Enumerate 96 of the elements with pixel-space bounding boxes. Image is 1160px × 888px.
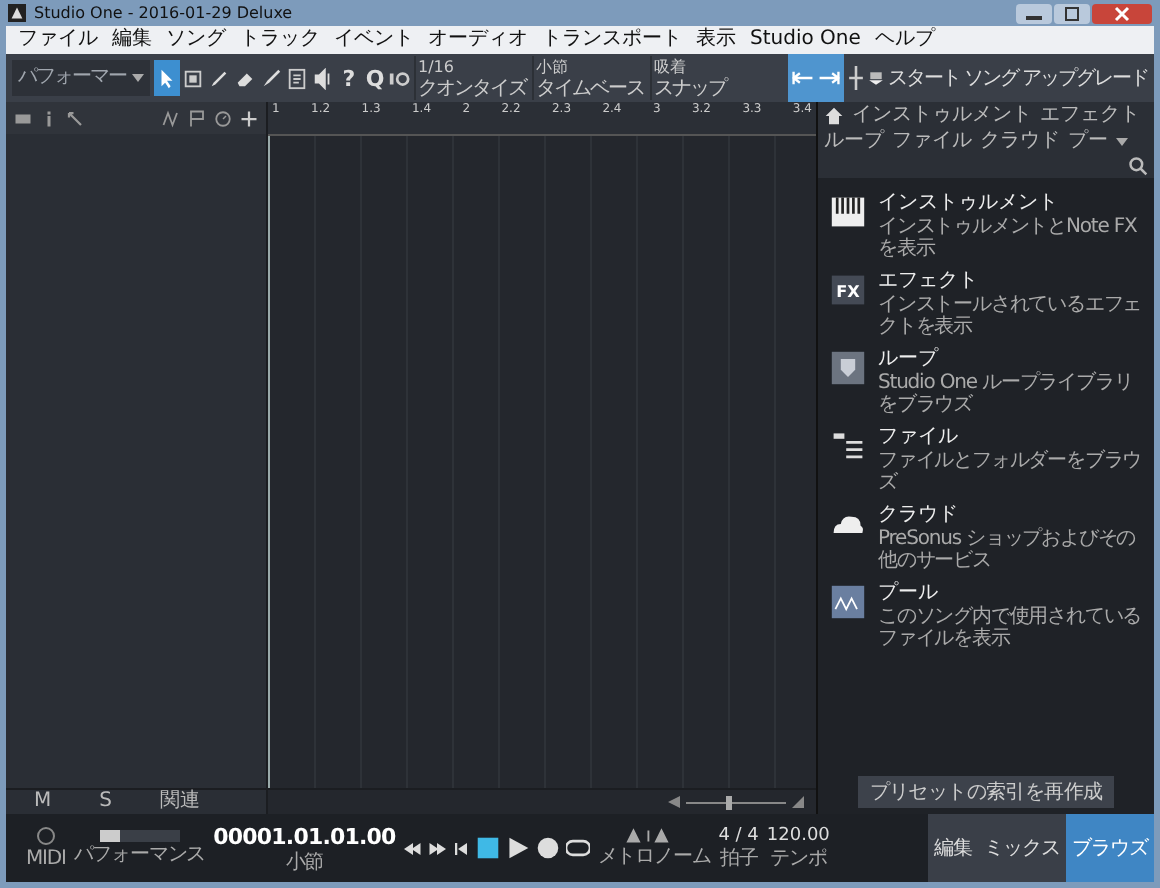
- window-title: Studio One - 2016-01-29 Deluxe: [34, 4, 293, 22]
- close-button[interactable]: [1092, 3, 1152, 23]
- range-icon: [182, 67, 204, 89]
- browser-item-description: インストゥルメントとNote FXを表示: [878, 216, 1139, 260]
- toolbar-link[interactable]: スタート: [888, 64, 960, 92]
- track-footer-label[interactable]: M: [34, 790, 52, 814]
- browser-item-title[interactable]: プール: [878, 580, 1146, 606]
- browser-tab[interactable]: エフェクト: [1040, 104, 1140, 128]
- midi-label: MIDI: [26, 848, 66, 870]
- time-display: 00001.01.01.00: [213, 823, 396, 849]
- brush-icon: [260, 67, 282, 89]
- time-signature-label: 拍子: [719, 848, 758, 870]
- left-arrow-icon[interactable]: [792, 68, 814, 88]
- time-signature[interactable]: 4 / 4: [718, 826, 759, 846]
- help-button[interactable]: ?: [336, 60, 362, 96]
- browser-tab[interactable]: クラウド: [980, 130, 1060, 154]
- menu-item[interactable]: 表示: [696, 26, 736, 54]
- iq-icon[interactable]: [388, 67, 410, 89]
- tempo-label: テンポ: [770, 848, 827, 870]
- list-icon[interactable]: [14, 109, 32, 127]
- toolbar-dropdown[interactable]: 小節 タイムベース: [532, 56, 646, 100]
- pencil-icon: [208, 67, 230, 89]
- rewind-button[interactable]: [403, 839, 422, 857]
- fast-forward-button[interactable]: [427, 839, 446, 857]
- menu-item[interactable]: ファイル: [18, 26, 98, 54]
- zoom-slider-thumb[interactable]: [726, 795, 732, 809]
- flag-icon[interactable]: [188, 109, 206, 127]
- tool-button[interactable]: [154, 60, 180, 96]
- toolbar-link[interactable]: アップグレード: [1022, 64, 1148, 92]
- view-tab[interactable]: ブラウズ: [1066, 814, 1154, 882]
- quantize-button[interactable]: Q: [362, 60, 388, 96]
- time-unit-label: 小節: [285, 851, 324, 873]
- browser-item-title[interactable]: ループ: [878, 346, 1146, 372]
- browser-item-description: ファイルとフォルダーをブラウズ: [878, 450, 1144, 494]
- minimize-button[interactable]: [1016, 3, 1052, 23]
- note-icon: [286, 67, 308, 89]
- tempo-value[interactable]: 120.00: [766, 826, 830, 846]
- speaker-icon: [312, 67, 334, 89]
- browser-tab[interactable]: プー: [1068, 130, 1108, 154]
- automation-icon[interactable]: [162, 109, 180, 127]
- browser-item-description: Studio One ループライブラリをブラウズ: [878, 372, 1135, 416]
- app-icon: [8, 4, 26, 22]
- metronome-label: メトロノーム: [597, 846, 711, 868]
- split-icon[interactable]: [848, 66, 864, 90]
- maximize-button[interactable]: [1054, 3, 1090, 23]
- menu-item[interactable]: Studio One: [750, 26, 861, 54]
- caret-icon: [132, 74, 144, 82]
- record-button[interactable]: [535, 836, 560, 860]
- menu-item[interactable]: ヘルプ: [874, 26, 935, 54]
- view-tab[interactable]: 編集: [928, 814, 978, 882]
- add-icon[interactable]: [240, 109, 258, 127]
- toolbar-link[interactable]: ソング: [964, 64, 1018, 92]
- toolbar-dropdown[interactable]: 吸着 スナップ: [650, 56, 728, 100]
- search-icon[interactable]: [1128, 156, 1148, 176]
- browser-item-title[interactable]: インストゥルメント: [878, 190, 1146, 216]
- menu-item[interactable]: オーディオ: [428, 26, 528, 54]
- inbox-icon[interactable]: [868, 66, 884, 90]
- menu-item[interactable]: トラック: [240, 26, 320, 54]
- menu-item[interactable]: トランスポート: [542, 26, 682, 54]
- browser-item-title[interactable]: クラウド: [878, 502, 1146, 528]
- menu-item[interactable]: ソング: [166, 26, 226, 54]
- browser-item-description: このソング内で使用されているファイルを表示: [878, 606, 1144, 650]
- play-button[interactable]: [505, 836, 530, 860]
- pool-icon: [830, 584, 866, 620]
- caret-icon[interactable]: [1116, 138, 1128, 146]
- zoom-out-icon[interactable]: [668, 794, 680, 810]
- browser-item-title[interactable]: ファイル: [878, 424, 1146, 450]
- right-arrow-icon[interactable]: [818, 68, 840, 88]
- arrow-icon: [156, 67, 178, 89]
- effect-icon: FX: [830, 272, 866, 308]
- performance-meter: [99, 830, 180, 842]
- toolbar-dropdown[interactable]: 1/16 クオンタイズ: [414, 56, 528, 100]
- home-icon[interactable]: [824, 106, 844, 126]
- performance-label: パフォーマンス: [73, 844, 206, 866]
- browser-tab[interactable]: ループ: [824, 130, 884, 154]
- browser-item-description: インストールされているエフェクトを表示: [878, 294, 1144, 338]
- view-tab[interactable]: ミックス: [978, 814, 1066, 882]
- rebuild-index-button[interactable]: プリセットの索引を再作成: [857, 776, 1115, 808]
- file-icon: [830, 428, 866, 464]
- browser-item-description: PreSonus ショップおよびその他のサービス: [878, 528, 1138, 572]
- preset-field[interactable]: パフォーマー: [12, 60, 150, 96]
- track-footer-label[interactable]: S: [99, 790, 112, 814]
- browser-item-title[interactable]: エフェクト: [878, 268, 1146, 294]
- midi-icon: [31, 826, 60, 846]
- zoom-in-icon[interactable]: [792, 794, 804, 810]
- menu-item[interactable]: イベント: [334, 26, 414, 54]
- return-to-start-button[interactable]: [451, 839, 470, 857]
- instrument-icon: [830, 194, 866, 230]
- track-footer-label[interactable]: 関連: [160, 790, 200, 814]
- menu-item[interactable]: 編集: [112, 26, 152, 54]
- browser-tab[interactable]: ファイル: [892, 130, 972, 154]
- loop-button[interactable]: [565, 836, 590, 860]
- clock-icon[interactable]: [214, 109, 232, 127]
- stop-button[interactable]: [475, 836, 500, 860]
- loop-icon: [830, 350, 866, 386]
- browser-tab[interactable]: インストゥルメント: [852, 104, 1032, 128]
